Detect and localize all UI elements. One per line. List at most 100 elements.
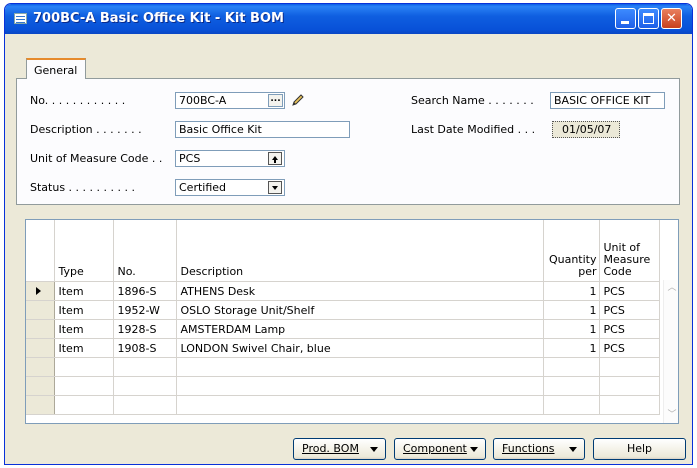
cell-quantity[interactable]: 1 (543, 281, 600, 301)
row-selector[interactable] (26, 319, 55, 339)
empty-row[interactable] (26, 357, 660, 377)
cell-uom[interactable]: PCS (599, 319, 660, 339)
description-value: Basic Office Kit (179, 123, 262, 136)
search-name-field[interactable]: BASIC OFFICE KIT (550, 92, 665, 109)
no-lookup-button[interactable]: ... (268, 94, 283, 107)
row-selector[interactable] (26, 357, 55, 377)
col-header-quantity[interactable]: Quantity per (543, 220, 600, 282)
empty-cell[interactable] (599, 376, 660, 396)
empty-cell[interactable] (543, 357, 600, 377)
tab-general[interactable]: General (26, 58, 86, 79)
empty-cell[interactable] (113, 376, 177, 396)
cell-uom[interactable]: PCS (599, 300, 660, 320)
kit-bom-window: 700BC-A Basic Office Kit - Kit BOM ✕ Gen… (4, 3, 693, 465)
scroll-up-icon[interactable]: ︿ (665, 281, 678, 295)
cell-no[interactable]: 1896-S (113, 281, 177, 301)
table-row[interactable]: Item 1908-S LONDON Swivel Chair, blue 1 … (26, 338, 660, 358)
search-name-value: BASIC OFFICE KIT (554, 94, 651, 107)
search-name-label: Search Name . . . . . . . (411, 94, 534, 107)
prod-bom-button[interactable]: Prod. BOM (293, 438, 386, 460)
col-header-uom[interactable]: Unit of Measure Code (599, 220, 660, 282)
empty-row[interactable] (26, 395, 660, 415)
maximize-button[interactable] (638, 8, 659, 29)
empty-cell[interactable] (113, 357, 177, 377)
empty-cell[interactable] (599, 395, 660, 415)
no-label: No. . . . . . . . . . . . (30, 94, 126, 107)
maximize-icon (643, 13, 654, 24)
row-selector[interactable] (26, 376, 55, 396)
row-selector[interactable] (26, 281, 55, 301)
table-row[interactable]: Item 1928-S AMSTERDAM Lamp 1 PCS (26, 319, 660, 339)
empty-cell[interactable] (54, 357, 114, 377)
cell-uom[interactable]: PCS (599, 338, 660, 358)
cell-no[interactable]: 1952-W (113, 300, 177, 320)
status-value: Certified (179, 181, 227, 194)
functions-button[interactable]: Functions (493, 438, 585, 460)
empty-cell[interactable] (54, 395, 114, 415)
title-bar[interactable]: 700BC-A Basic Office Kit - Kit BOM ✕ (5, 4, 692, 34)
help-button[interactable]: Help (593, 438, 686, 460)
prod-bom-label: Prod. BOM (302, 442, 359, 455)
uom-value: PCS (179, 152, 201, 165)
row-selector[interactable] (26, 395, 55, 415)
description-field[interactable]: Basic Office Kit (175, 121, 350, 138)
cell-description[interactable]: AMSTERDAM Lamp (176, 319, 544, 339)
cell-quantity[interactable]: 1 (543, 300, 600, 320)
empty-row[interactable] (26, 376, 660, 396)
cell-description[interactable]: OSLO Storage Unit/Shelf (176, 300, 544, 320)
empty-cell[interactable] (176, 357, 544, 377)
cell-type[interactable]: Item (54, 319, 114, 339)
empty-cell[interactable] (543, 376, 600, 396)
uom-lookup-up-icon[interactable] (268, 152, 282, 165)
chevron-down-icon (569, 447, 577, 452)
status-dropdown-icon[interactable] (268, 181, 282, 194)
cell-quantity[interactable]: 1 (543, 338, 600, 358)
status-label: Status . . . . . . . . . . (30, 181, 135, 194)
cell-no[interactable]: 1928-S (113, 319, 177, 339)
bom-lines-table: Type No. Description Quantity per Unit of… (26, 220, 660, 415)
window-title: 700BC-A Basic Office Kit - Kit BOM (33, 11, 284, 26)
pencil-icon[interactable] (291, 93, 305, 107)
table-row[interactable]: Item 1896-S ATHENS Desk 1 PCS (26, 281, 660, 301)
cell-quantity[interactable]: 1 (543, 319, 600, 339)
help-label: Help (626, 442, 653, 455)
quantity-header-line2: per (578, 265, 597, 278)
no-value: 700BC-A (179, 94, 227, 107)
cell-description[interactable]: LONDON Swivel Chair, blue (176, 338, 544, 358)
component-label: Component (403, 442, 467, 455)
row-selector[interactable] (26, 338, 55, 358)
cell-type[interactable]: Item (54, 338, 114, 358)
component-button[interactable]: Component (394, 438, 486, 460)
chevron-down-icon (470, 447, 478, 452)
empty-cell[interactable] (113, 395, 177, 415)
cell-no[interactable]: 1908-S (113, 338, 177, 358)
bom-lines-grid[interactable]: Type No. Description Quantity per Unit of… (25, 219, 679, 424)
row-selector-header (26, 220, 55, 282)
empty-cell[interactable] (176, 376, 544, 396)
cell-description[interactable]: ATHENS Desk (176, 281, 544, 301)
description-label: Description . . . . . . . (30, 123, 142, 136)
uom-header-line3: Code (603, 265, 632, 278)
current-row-arrow-icon (36, 287, 41, 295)
row-selector[interactable] (26, 300, 55, 320)
empty-cell[interactable] (543, 395, 600, 415)
table-window-icon (14, 13, 27, 24)
scroll-down-icon[interactable]: ﹀ (665, 408, 678, 422)
cell-uom[interactable]: PCS (599, 281, 660, 301)
minimize-button[interactable] (615, 8, 636, 29)
cell-type[interactable]: Item (54, 300, 114, 320)
empty-cell[interactable] (599, 357, 660, 377)
cell-type[interactable]: Item (54, 281, 114, 301)
empty-cell[interactable] (176, 395, 544, 415)
col-header-no[interactable]: No. (113, 220, 177, 282)
table-row[interactable]: Item 1952-W OSLO Storage Unit/Shelf 1 PC… (26, 300, 660, 320)
chevron-down-icon (370, 447, 378, 452)
close-icon: ✕ (666, 11, 677, 26)
col-header-description[interactable]: Description (176, 220, 544, 282)
last-modified-value: 01/05/07 (562, 123, 612, 136)
functions-label: Functions (502, 442, 555, 455)
close-button[interactable]: ✕ (661, 8, 682, 29)
empty-cell[interactable] (54, 376, 114, 396)
grid-vertical-scrollbar[interactable]: ︿ ﹀ (663, 280, 678, 423)
col-header-type[interactable]: Type (54, 220, 114, 282)
